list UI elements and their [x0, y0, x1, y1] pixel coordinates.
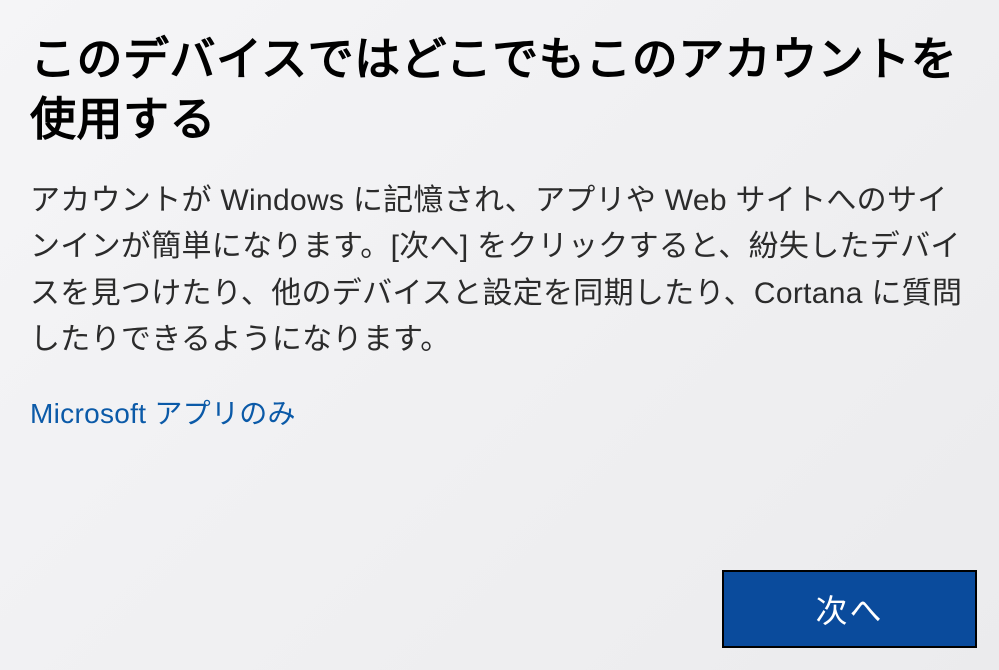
microsoft-apps-only-link[interactable]: Microsoft アプリのみ	[30, 392, 296, 432]
next-button[interactable]: 次へ	[722, 570, 977, 648]
dialog-description: アカウントが Windows に記憶され、アプリや Web サイトへのサインイン…	[30, 178, 969, 364]
dialog-heading: このデバイスではどこでもこのアカウントを使用する	[30, 30, 969, 150]
